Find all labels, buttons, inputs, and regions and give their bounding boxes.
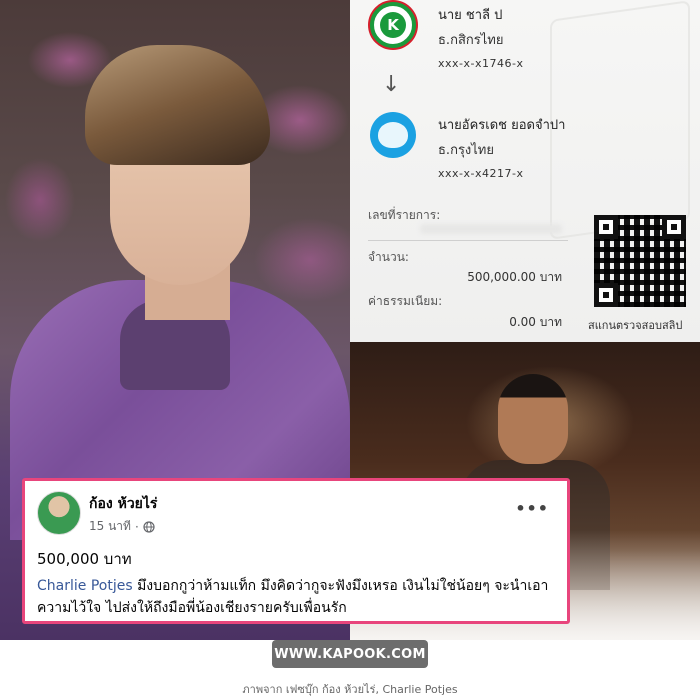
hair [85, 45, 270, 165]
meta-separator: · [134, 519, 139, 534]
amount-label: จำนวน: [368, 250, 409, 264]
sender-bank: ธ.กสิกรไทย [438, 33, 504, 48]
sender-account-number: xxx-x-x1746-x [438, 57, 524, 70]
reference-redacted [420, 224, 562, 234]
site-watermark: WWW.KAPOOK.COM [272, 640, 428, 668]
post-author[interactable]: ก้อง ห้วยไร่ [89, 493, 157, 515]
fee-label: ค่าธรรมเนียม: [368, 294, 443, 308]
receiver-account-number: xxx-x-x4217-x [438, 167, 524, 180]
arrow-down-icon: ↓ [382, 72, 401, 97]
ktb-logo-icon [370, 112, 416, 158]
receiver-bank: ธ.กรุงไทย [438, 143, 494, 158]
post-meta: 15 นาที · [89, 517, 155, 536]
head [498, 374, 568, 464]
receiver-account: นายอัครเดช ยอดจำปา ธ.กรุงไทย xxx-x-x4217… [438, 114, 565, 180]
sender-name: นาย ชาลี ป [438, 8, 503, 23]
qr-finder [594, 215, 618, 239]
image-credit: ภาพจาก เฟซบุ๊ก ก้อง ห้วยไร่, Charlie Pot… [242, 683, 458, 696]
qr-finder [594, 283, 618, 307]
qr-caption: สแกนตรวจสอบสลิป [588, 319, 683, 332]
qr-code-icon[interactable] [594, 215, 686, 307]
mention-link[interactable]: Charlie Potjes [37, 578, 133, 594]
post-amount: 500,000 บาท [37, 550, 132, 568]
more-options-icon[interactable]: ••• [515, 499, 549, 518]
qr-finder [662, 215, 686, 239]
globe-icon [143, 520, 155, 533]
kbank-logo-icon: K [370, 2, 416, 48]
facebook-post: ก้อง ห้วยไร่ 15 นาที · ••• 500,000 บาท C… [22, 478, 570, 624]
reference-label: เลขที่รายการ: [368, 208, 441, 222]
post-time[interactable]: 15 นาที [89, 517, 131, 536]
amount-value: 500,000.00 บาท [467, 270, 562, 284]
transfer-slip: K นาย ชาลี ป ธ.กสิกรไทย xxx-x-x1746-x ↓ … [350, 0, 700, 342]
slip-watermark [550, 0, 690, 240]
avatar[interactable] [37, 491, 81, 535]
fee-value: 0.00 บาท [509, 315, 562, 329]
sender-account: นาย ชาลี ป ธ.กสิกรไทย xxx-x-x1746-x [438, 4, 523, 70]
divider [368, 240, 568, 241]
post-text: Charlie Potjes มึงบอกกูว่าห้ามแท็ก มึงคิ… [37, 575, 557, 619]
receiver-name: นายอัครเดช ยอดจำปา [438, 118, 566, 133]
